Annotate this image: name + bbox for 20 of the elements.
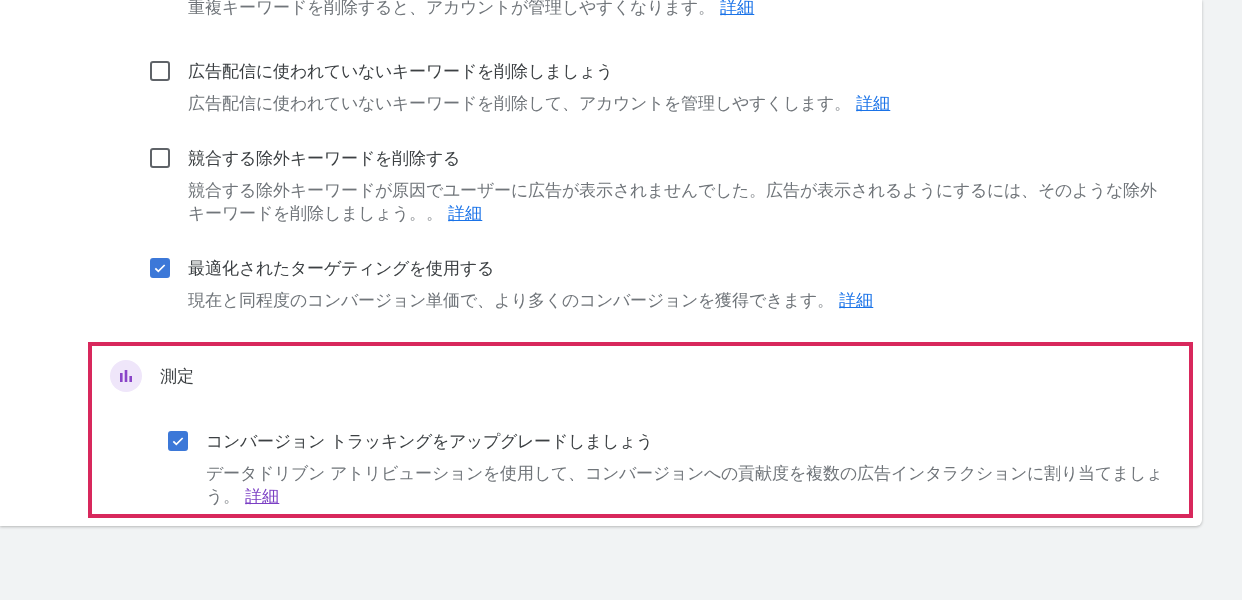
- item-description: 現在と同程度のコンバージョン単価で、より多くのコンバージョンを獲得できます。 詳細: [188, 290, 875, 312]
- item-description: 競合する除外キーワードが原因でユーザーに広告が表示されませんでした。広告が表示されるようにするには、そのような除外キーワードを削除しましょう。。 詳細: [188, 180, 1158, 225]
- checkbox[interactable]: [150, 258, 170, 278]
- section-title: 測定: [160, 365, 194, 388]
- details-link[interactable]: 詳細: [839, 291, 874, 310]
- item-title: 最適化されたターゲティングを使用する: [188, 257, 494, 280]
- item-description: データドリブン アトリビューションを使用して、コンバージョンへの貢献度を複数の広告インタラクションに割り当てましょう。 詳細: [206, 463, 1165, 508]
- item-title: コンバージョン トラッキングをアップグレードしましょう: [206, 430, 654, 453]
- checkbox[interactable]: [150, 148, 170, 168]
- checkbox[interactable]: [168, 431, 188, 451]
- details-link[interactable]: 詳細: [856, 94, 891, 113]
- details-link[interactable]: 詳細: [720, 0, 755, 17]
- bar-chart-icon: [110, 360, 142, 392]
- details-link[interactable]: 詳細: [245, 487, 280, 506]
- checkbox[interactable]: [150, 61, 170, 81]
- details-link[interactable]: 詳細: [448, 204, 483, 223]
- item-title: 広告配信に使われていないキーワードを削除しましょう: [188, 60, 613, 83]
- item-title: 競合する除外キーワードを削除する: [188, 147, 460, 170]
- item-description: 重複キーワードを削除すると、アカウントが管理しやすくなります。 詳細: [188, 0, 756, 16]
- item-description: 広告配信に使われていないキーワードを削除して、アカウントを管理しやすくします。 詳細: [188, 93, 892, 115]
